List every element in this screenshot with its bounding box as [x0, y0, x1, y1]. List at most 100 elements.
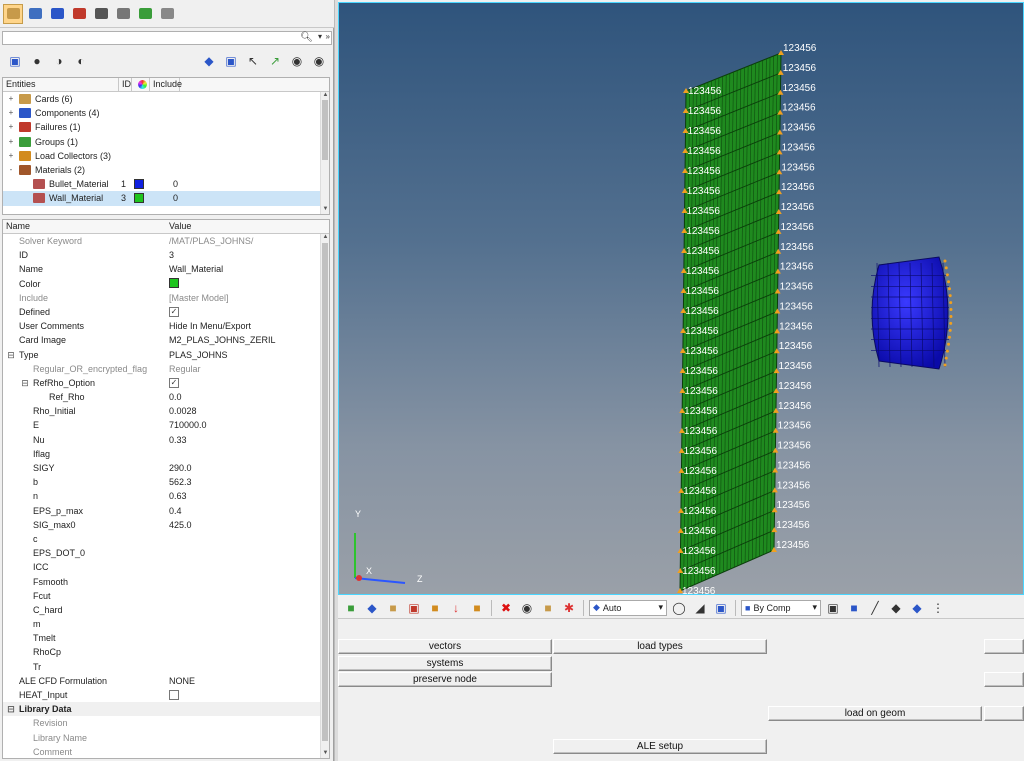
- expand-icon[interactable]: +: [7, 92, 15, 106]
- select-cursor-icon[interactable]: ↖: [244, 52, 262, 70]
- collapse-icon[interactable]: -: [7, 163, 15, 177]
- property-value[interactable]: 3: [169, 248, 174, 262]
- systems-button[interactable]: systems: [338, 656, 552, 671]
- property-row[interactable]: c: [3, 532, 329, 546]
- panel-button-partial-2[interactable]: [984, 672, 1024, 687]
- property-value[interactable]: M2_PLAS_JOHNS_ZERIL: [169, 333, 276, 347]
- property-value[interactable]: 0.0028: [169, 404, 197, 418]
- property-value[interactable]: NONE: [169, 674, 195, 688]
- property-row[interactable]: Nu 0.33: [3, 433, 329, 447]
- property-value[interactable]: PLAS_JOHNS: [169, 348, 228, 362]
- expand-icon[interactable]: +: [7, 135, 15, 149]
- scroll-down-icon[interactable]: ▼: [321, 750, 329, 758]
- property-value[interactable]: 710000.0: [169, 418, 207, 432]
- tree-folder[interactable]: + Failures (1): [3, 120, 329, 134]
- property-value[interactable]: /MAT/PLAS_JOHNS/: [169, 234, 253, 248]
- property-row[interactable]: Library Name: [3, 731, 329, 745]
- chevron-down-icon[interactable]: ▾: [318, 32, 322, 41]
- load-collector-icon[interactable]: ■: [426, 599, 444, 617]
- property-row[interactable]: RhoCp: [3, 645, 329, 659]
- property-row[interactable]: ⊟ Type PLAS_JOHNS: [3, 348, 329, 362]
- number-icon[interactable]: ✱: [560, 599, 578, 617]
- property-row[interactable]: EPS_p_max 0.4: [3, 504, 329, 518]
- load-on-geom-button[interactable]: load on geom: [768, 706, 982, 721]
- element-display-icon[interactable]: ◆: [908, 599, 926, 617]
- property-checkbox[interactable]: ✓: [169, 377, 179, 388]
- property-value[interactable]: 0.63: [169, 489, 187, 503]
- model-browser-tab[interactable]: [3, 3, 23, 24]
- color-swatch[interactable]: [169, 278, 179, 289]
- property-value[interactable]: Wall_Material: [169, 262, 223, 276]
- scroll-thumb[interactable]: [322, 243, 328, 741]
- include-column-header[interactable]: Include: [150, 78, 182, 91]
- isolate-icon[interactable]: ◐: [72, 52, 90, 70]
- property-row[interactable]: n 0.63: [3, 489, 329, 503]
- property-value[interactable]: 562.3: [169, 475, 192, 489]
- view-shade-icon[interactable]: ◢: [691, 599, 709, 617]
- scroll-down-icon[interactable]: ▼: [321, 206, 329, 214]
- auto-select[interactable]: ◆ Auto ▾: [589, 599, 667, 616]
- expand-icon[interactable]: +: [7, 149, 15, 163]
- property-value[interactable]: 0.4: [169, 504, 182, 518]
- color-by-select[interactable]: ■ By Comp ▾: [741, 599, 821, 616]
- load-types-button[interactable]: load types: [553, 639, 767, 654]
- property-row[interactable]: Ref_Rho 0.0: [3, 390, 329, 404]
- editor-scrollbar[interactable]: ▲ ▼: [320, 234, 329, 758]
- tree-folder[interactable]: + Load Collectors (3): [3, 149, 329, 163]
- material-tab[interactable]: [69, 4, 89, 24]
- solver-tab[interactable]: [47, 4, 67, 24]
- property-row[interactable]: SIG_max0 425.0: [3, 518, 329, 532]
- mask-icon[interactable]: ◉: [518, 599, 536, 617]
- mask-tab[interactable]: [157, 4, 177, 24]
- property-row[interactable]: Tmelt: [3, 631, 329, 645]
- scroll-up-icon[interactable]: ▲: [321, 234, 329, 242]
- property-row[interactable]: Rho_Initial 0.0028: [3, 404, 329, 418]
- view-rotate-icon[interactable]: ◯: [670, 599, 688, 617]
- properties-icon[interactable]: ▣: [405, 599, 423, 617]
- property-row[interactable]: Comment: [3, 745, 329, 758]
- property-row[interactable]: User Comments Hide In Menu/Export: [3, 319, 329, 333]
- property-value[interactable]: 290.0: [169, 461, 192, 475]
- eye-icon[interactable]: ◉: [310, 52, 328, 70]
- property-row[interactable]: Regular_OR_encrypted_flag Regular: [3, 362, 329, 376]
- collapse-icon[interactable]: ⊟: [7, 702, 15, 716]
- solid-icon[interactable]: ◆: [363, 599, 381, 617]
- property-row[interactable]: EPS_DOT_0: [3, 546, 329, 560]
- property-value[interactable]: Regular: [169, 362, 201, 376]
- property-row[interactable]: Color: [3, 277, 329, 291]
- property-row[interactable]: E 710000.0: [3, 418, 329, 432]
- model-scene[interactable]: 123456 123456 123456 123456 123456 123456 1234…: [339, 3, 1024, 595]
- materials-icon[interactable]: ■: [384, 599, 402, 617]
- graphics-viewport[interactable]: 123456 123456 123456 123456 123456 123456 1234…: [338, 2, 1024, 595]
- property-value[interactable]: [Master Model]: [169, 291, 229, 305]
- property-row[interactable]: Iflag: [3, 447, 329, 461]
- property-value[interactable]: 425.0: [169, 518, 192, 532]
- expand-icon[interactable]: +: [7, 120, 15, 134]
- connector-tab[interactable]: [113, 4, 133, 24]
- tree-folder[interactable]: + Groups (1): [3, 135, 329, 149]
- utility-tab[interactable]: [25, 4, 45, 24]
- part-tab[interactable]: [135, 4, 155, 24]
- color-mode-icon[interactable]: ▣: [222, 52, 240, 70]
- property-row[interactable]: ICC: [3, 560, 329, 574]
- property-value[interactable]: [169, 688, 179, 702]
- property-row[interactable]: SIGY 290.0: [3, 461, 329, 475]
- display-mode-icon[interactable]: ◆: [200, 52, 218, 70]
- property-row[interactable]: Fcut: [3, 589, 329, 603]
- systems-icon[interactable]: ■: [468, 599, 486, 617]
- property-checkbox[interactable]: [169, 689, 179, 700]
- scroll-up-icon[interactable]: ▲: [321, 92, 329, 100]
- scroll-thumb[interactable]: [322, 100, 328, 160]
- property-row[interactable]: Name Wall_Material: [3, 262, 329, 276]
- property-row[interactable]: ID 3: [3, 248, 329, 262]
- tree-folder[interactable]: - Materials (2): [3, 163, 329, 177]
- property-value[interactable]: 0.33: [169, 433, 187, 447]
- tree-folder[interactable]: + Components (4): [3, 106, 329, 120]
- find-icon[interactable]: ■: [539, 599, 557, 617]
- property-row[interactable]: Solver Keyword/MAT/PLAS_JOHNS/: [3, 234, 329, 248]
- entities-column-header[interactable]: Entities: [3, 78, 119, 91]
- show-all-icon[interactable]: ●: [28, 52, 46, 70]
- delete-icon[interactable]: ✖: [497, 599, 515, 617]
- property-row[interactable]: m: [3, 617, 329, 631]
- loads-icon[interactable]: ↓: [447, 599, 465, 617]
